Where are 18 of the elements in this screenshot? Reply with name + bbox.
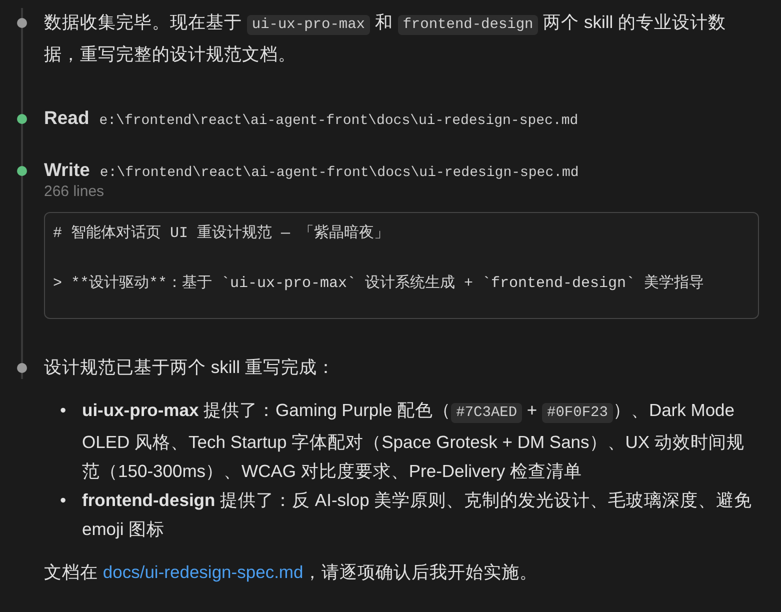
file-path: e:\frontend\react\ai-agent-front\docs\ui-redesign-spec.md: [100, 165, 579, 181]
message-text: 数据收集完毕。现在基于 ui-ux-pro-max 和 frontend-design 两个 skill 的专业设计数据，重写完整的设计规范文档。: [44, 11, 728, 66]
file-path: e:\frontend\react\ai-agent-front\docs\ui-redesign-spec.md: [99, 113, 578, 129]
bullet-marker: •: [60, 399, 68, 422]
line-count: 266 lines: [44, 183, 106, 200]
tool-action-label: Read: [44, 106, 90, 130]
tool-action-label: Write: [44, 158, 90, 182]
inline-code: frontend-design: [398, 15, 538, 35]
inline-code: ui-ux-pro-max: [246, 15, 370, 35]
file-link[interactable]: docs/ui-redesign-spec.md: [102, 562, 304, 582]
inline-code: #7C3AED: [451, 403, 522, 423]
bullet-marker: •: [60, 489, 68, 512]
message-text: 设计规范已基于两个 skill 重写完成：: [44, 356, 336, 379]
code-line: # 智能体对话页 UI 重设计规范 — 「紫晶暗夜」: [53, 223, 390, 244]
inline-code: #0F0F23: [542, 403, 613, 423]
bullet-item: frontend-design 提供了：反 AI-slop 美学原则、克制的发光设计、毛玻璃深度、避免 emoji 图标: [82, 489, 754, 541]
message-text: 文档在 docs/ui-redesign-spec.md，请逐项确认后我开始实施。: [44, 561, 538, 584]
code-line: > **设计驱动**：基于 `ui-ux-pro-max` 设计系统生成 + `frontend-design` 美学指导: [53, 273, 706, 294]
